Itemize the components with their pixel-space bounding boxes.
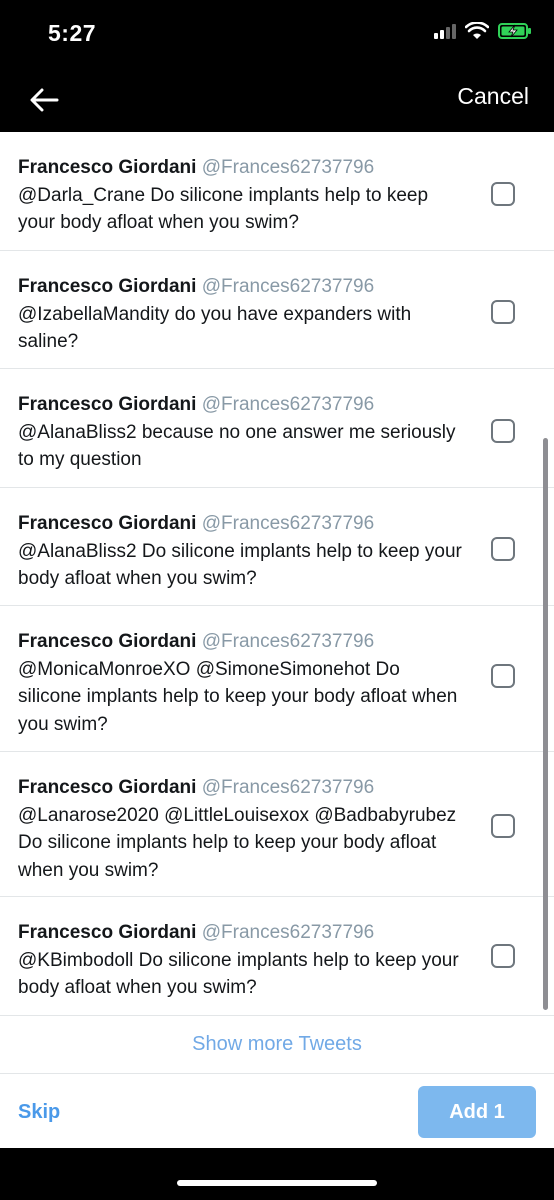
- tweet-handle: @Frances62737796: [201, 513, 375, 534]
- tweet-item[interactable]: Francesco Giordani @Frances62737796 @Dar…: [0, 132, 554, 251]
- tweet-handle: @Frances62737796: [201, 157, 375, 178]
- back-button[interactable]: [26, 82, 62, 118]
- tweet-list: Francesco Giordani @Frances62737796 @Dar…: [0, 132, 554, 1148]
- tweet-item[interactable]: Francesco Giordani @Frances62737796 @Lan…: [0, 752, 554, 897]
- tweet-text: @AlanaBliss2 because no one answer me se…: [18, 421, 456, 471]
- tweet-handle: @Frances62737796: [201, 922, 375, 943]
- tweet-body: Francesco Giordani @Frances62737796 @KBi…: [18, 919, 468, 1002]
- tweet-item[interactable]: Francesco Giordani @Frances62737796 @Iza…: [0, 251, 554, 369]
- signal-icon: [434, 23, 456, 39]
- tweet-author: Francesco Giordani: [18, 276, 197, 297]
- tweet-text: @KBimbodoll Do silicone implants help to…: [18, 949, 459, 999]
- tweet-checkbox[interactable]: [491, 300, 515, 324]
- skip-button[interactable]: Skip: [18, 1101, 60, 1124]
- tweet-author: Francesco Giordani: [18, 922, 197, 943]
- tweet-item[interactable]: Francesco Giordani @Frances62737796 @Ala…: [0, 488, 554, 606]
- scrollbar[interactable]: [543, 438, 548, 1010]
- status-bar: 5:27: [0, 0, 554, 70]
- nav-bar: Cancel: [0, 70, 554, 132]
- footer-bar: Skip Add 1: [0, 1074, 554, 1148]
- tweet-checkbox[interactable]: [491, 537, 515, 561]
- tweet-checkbox[interactable]: [491, 182, 515, 206]
- tweet-item[interactable]: Francesco Giordani @Frances62737796 @Mon…: [0, 606, 554, 752]
- tweet-text: @Darla_Crane Do silicone implants help t…: [18, 184, 429, 234]
- tweet-handle: @Frances62737796: [201, 777, 375, 798]
- show-more-tweets-link[interactable]: Show more Tweets: [0, 1016, 554, 1074]
- tweet-item[interactable]: Francesco Giordani @Frances62737796 @KBi…: [0, 897, 554, 1016]
- tweet-checkbox[interactable]: [491, 419, 515, 443]
- tweet-item[interactable]: Francesco Giordani @Frances62737796 @Ala…: [0, 369, 554, 488]
- tweet-body: Francesco Giordani @Frances62737796 @Lan…: [18, 774, 468, 884]
- tweet-checkbox[interactable]: [491, 944, 515, 968]
- tweet-body: Francesco Giordani @Frances62737796 @Iza…: [18, 273, 468, 356]
- tweet-author: Francesco Giordani: [18, 777, 197, 798]
- tweet-text: @MonicaMonroeXO @SimoneSimonehot Do sili…: [18, 658, 458, 735]
- tweet-checkbox[interactable]: [491, 814, 515, 838]
- tweet-text: @Lanarose2020 @LittleLouisexox @Badbabyr…: [18, 804, 457, 881]
- battery-charging-icon: [498, 23, 531, 39]
- tweet-body: Francesco Giordani @Frances62737796 @Dar…: [18, 154, 468, 237]
- tweet-checkbox[interactable]: [491, 664, 515, 688]
- home-indicator: [177, 1180, 377, 1186]
- add-button[interactable]: Add 1: [418, 1086, 536, 1138]
- tweet-author: Francesco Giordani: [18, 631, 197, 652]
- tweet-author: Francesco Giordani: [18, 513, 197, 534]
- tweet-handle: @Frances62737796: [201, 394, 375, 415]
- tweet-body: Francesco Giordani @Frances62737796 @Ala…: [18, 391, 468, 474]
- status-icons: [434, 22, 532, 40]
- wifi-icon: [465, 22, 489, 39]
- back-arrow-icon: [30, 88, 59, 112]
- tweet-text: @IzabellaMandity do you have expanders w…: [18, 303, 412, 353]
- tweet-body: Francesco Giordani @Frances62737796 @Mon…: [18, 628, 468, 738]
- tweet-handle: @Frances62737796: [201, 631, 375, 652]
- cancel-button[interactable]: Cancel: [457, 83, 529, 110]
- tweet-handle: @Frances62737796: [201, 276, 375, 297]
- tweet-author: Francesco Giordani: [18, 157, 197, 178]
- tweet-body: Francesco Giordani @Frances62737796 @Ala…: [18, 510, 468, 593]
- status-time: 5:27: [48, 20, 97, 46]
- tweet-author: Francesco Giordani: [18, 394, 197, 415]
- tweet-text: @AlanaBliss2 Do silicone implants help t…: [18, 540, 462, 590]
